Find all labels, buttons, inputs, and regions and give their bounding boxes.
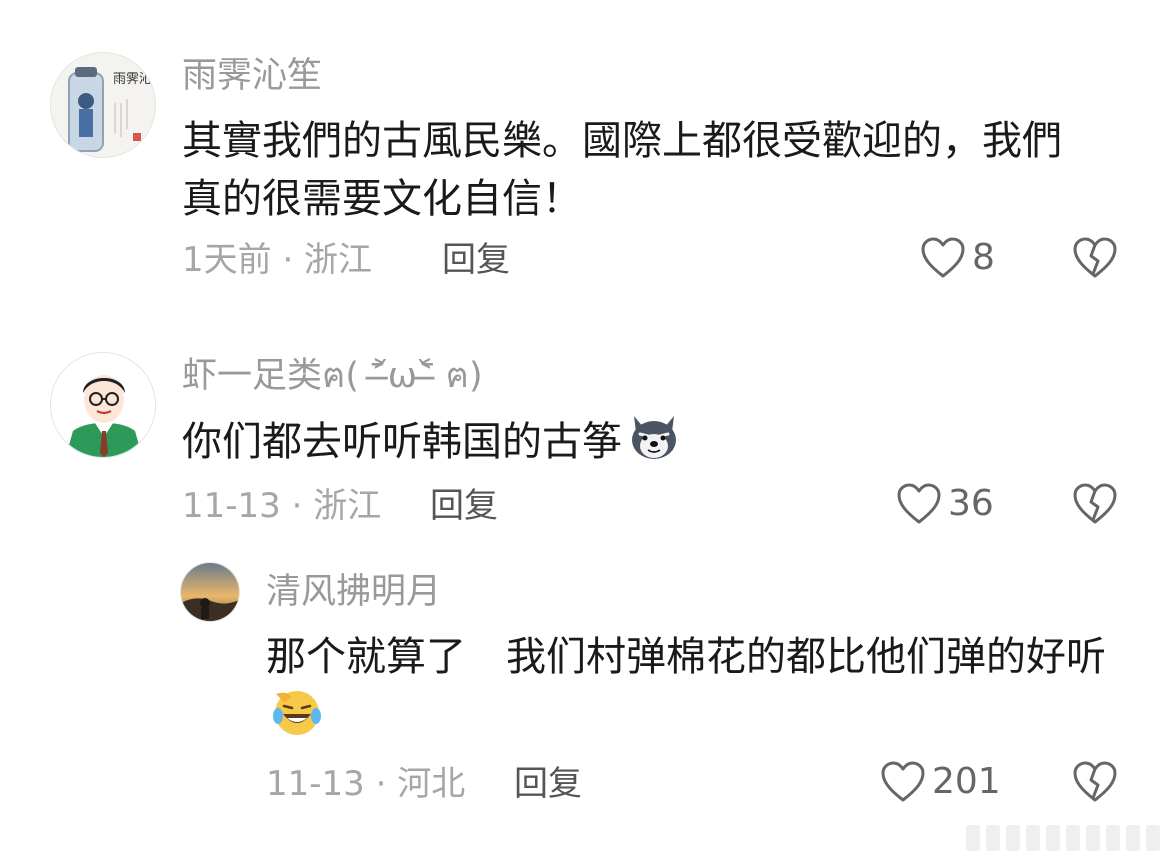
comment-meta: 11-13 · 浙江 [182,486,382,526]
avatar-landscape-icon [181,563,239,621]
comment-username[interactable]: 清风拂明月 [266,570,441,614]
comment-text: 你们都去听听韩国的古筝 [182,410,1072,478]
comment-username[interactable]: 雨霁沁笙 [182,54,322,98]
watermark-mark [1086,825,1100,851]
avatar-image-icon: 雨霁沁笙 [51,53,156,157]
comment-item: 虾一足类ฅ( ˃̶᷄ω˂̶᷅ ฅ) 你们都去听听韩国的古筝 11-13 · 浙江… [0,300,1170,540]
broken-heart-icon [1073,237,1117,278]
watermark-mark [1006,825,1020,851]
avatar-cartoon-man-icon [51,353,155,457]
watermark-mark [1046,825,1060,851]
like-button[interactable]: 8 [920,236,995,280]
laughing-crying-emoji-icon [270,686,324,754]
comment-text: 那个就算了 我们村弹棉花的都比他们弹的好听 [266,628,1136,754]
watermark-mark [986,825,1000,851]
like-count: 36 [948,483,994,524]
comment-text-body: 你们都去听听韩国的古筝 [182,419,622,465]
watermark-mark [1026,825,1040,851]
comment-meta: 11-13 · 河北 [266,764,466,804]
reply-comment-item: 清风拂明月 那个就算了 我们村弹棉花的都比他们弹的好听 11-13 · 河北 回… [0,540,1170,840]
dislike-button[interactable] [1072,236,1118,284]
avatar[interactable] [50,352,156,458]
watermark-mark [1106,825,1120,851]
comment-username[interactable]: 虾一足类ฅ( ˃̶᷄ω˂̶᷅ ฅ) [182,354,483,398]
broken-heart-icon [1073,761,1117,802]
broken-heart-icon [1073,483,1117,524]
dislike-button[interactable] [1072,760,1118,808]
avatar[interactable] [180,562,240,622]
reply-button[interactable]: 回复 [430,484,498,528]
watermark [920,821,1160,855]
avatar[interactable]: 雨霁沁笙 [50,52,156,158]
heart-outline-icon [897,483,941,524]
comment-meta: 1天前 · 浙江 [182,240,373,280]
watermark-mark [1126,825,1140,851]
watermark-mark [1066,825,1080,851]
husky-dog-emoji-icon [626,410,682,478]
avatar-text-1: 雨霁沁笙 [113,71,156,87]
heart-outline-icon [921,237,965,278]
reply-button[interactable]: 回复 [442,238,510,282]
like-button[interactable]: 36 [896,482,994,526]
comment-text: 其實我們的古風民樂。國際上都很受歡迎的，我們真的很需要文化自信！ [182,118,1062,222]
reply-button[interactable]: 回复 [514,762,582,806]
like-count: 201 [932,761,1001,802]
dislike-button[interactable] [1072,482,1118,530]
comment-text-body: 那个就算了 我们村弹棉花的都比他们弹的好听 [266,634,1106,680]
watermark-mark [1146,825,1160,851]
like-count: 8 [972,237,995,278]
like-button[interactable]: 201 [880,760,1001,804]
comment-item: 雨霁沁笙 雨霁沁笙 其實我們的古風民樂。國際上都很受歡迎的，我們真的很需要文化自… [0,0,1170,300]
watermark-mark [966,825,980,851]
heart-outline-icon [881,761,925,802]
